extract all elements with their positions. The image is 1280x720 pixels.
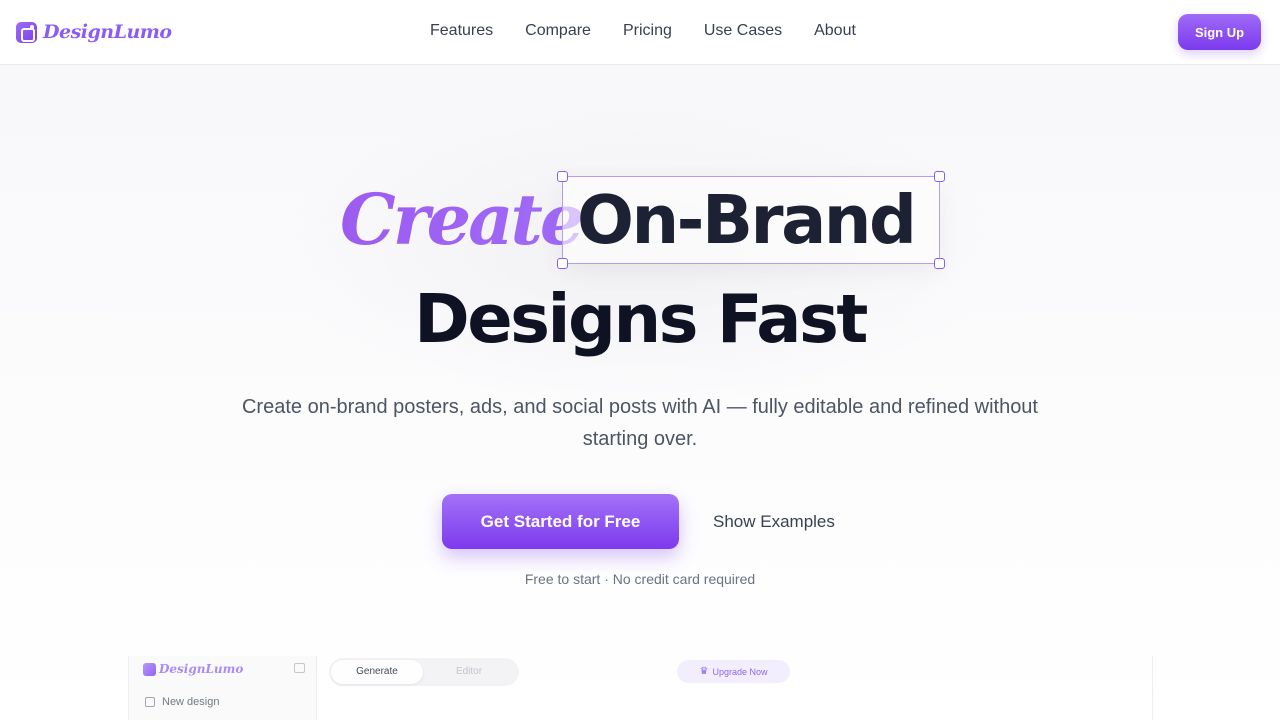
tab-editor[interactable]: Editor [423, 660, 515, 684]
edit-icon [145, 697, 155, 707]
preview-brand-name: DesignLumo [159, 662, 244, 676]
preview-logo: DesignLumo [143, 662, 243, 676]
nav-link-features[interactable]: Features [430, 20, 493, 42]
new-design-item[interactable]: New design [145, 696, 219, 708]
new-design-label: New design [162, 696, 220, 708]
brand-name: DesignLumo [43, 21, 172, 43]
preview-tabs: Generate Editor [329, 658, 519, 686]
crown-icon: ♛ [699, 666, 709, 677]
brand-logo[interactable]: DesignLumo [16, 20, 172, 44]
nav-link-about[interactable]: About [814, 20, 856, 42]
logo-icon [16, 21, 37, 43]
hero-subtitle: Create on-brand posters, ads, and social… [241, 396, 1038, 450]
nav-link-compare[interactable]: Compare [525, 20, 591, 42]
upgrade-now-button[interactable]: ♛ Upgrade Now [677, 660, 790, 683]
resize-handle-bottom-right [934, 258, 945, 269]
sign-up-button[interactable]: Sign Up [1178, 14, 1261, 50]
hero-headline-line1: Create On-Brand [0, 171, 1280, 269]
tab-generate[interactable]: Generate [331, 660, 423, 684]
top-navbar: DesignLumo Features Compare Pricing Use … [0, 0, 1280, 65]
nav-link-pricing[interactable]: Pricing [623, 20, 672, 42]
nav-links: Features Compare Pricing Use Cases About [430, 20, 856, 42]
hero-word-on-brand: On-Brand [577, 181, 917, 259]
hero-note: Free to start · No credit card required [524, 571, 756, 587]
preview-sidebar: DesignLumo New design [129, 656, 317, 720]
nav-link-use-cases[interactable]: Use Cases [704, 20, 782, 42]
upgrade-label: Upgrade Now [712, 666, 768, 677]
hero-headline-line2: Designs Fast [414, 280, 868, 358]
show-examples-link[interactable]: Show Examples [700, 507, 848, 537]
app-preview: DesignLumo New design Generate Editor ♛ … [128, 656, 1153, 720]
selection-frame: On-Brand [557, 171, 945, 269]
resize-handle-bottom-left [557, 258, 568, 269]
panel-toggle-icon[interactable] [294, 663, 305, 673]
logo-icon [143, 662, 156, 676]
resize-handle-top-left [557, 171, 568, 182]
resize-handle-top-right [934, 171, 945, 182]
get-started-button[interactable]: Get Started for Free [442, 494, 679, 549]
hero-word-create: Create [340, 178, 584, 261]
